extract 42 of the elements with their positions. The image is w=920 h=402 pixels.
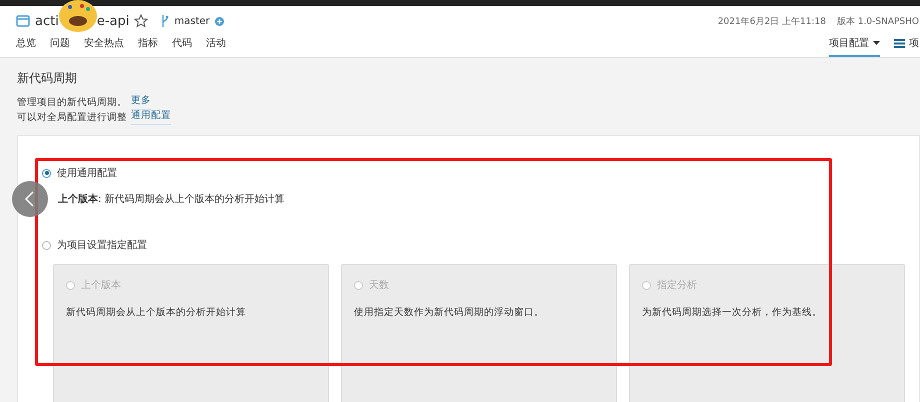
nav-tab[interactable]: 活动 <box>206 36 226 57</box>
list-icon <box>894 38 905 48</box>
version-label: 版本 1.0-SNAPSHO <box>836 16 919 28</box>
option-card[interactable]: 天数 使用指定天数作为新代码周期的浮动窗口。 <box>341 264 617 402</box>
sticker-icon <box>58 0 98 33</box>
radio-button[interactable] <box>42 240 51 250</box>
radio-button[interactable] <box>42 168 51 178</box>
star-icon[interactable] <box>134 14 148 28</box>
project-name[interactable]: e-api <box>96 14 130 28</box>
option-label: 天数 <box>369 279 389 292</box>
option-label: 指定分析 <box>657 278 697 292</box>
option-card[interactable]: 指定分析 为新代码周期选择一次分析，作为基线。 <box>629 264 905 402</box>
nav-tab[interactable]: 总览 <box>16 36 36 57</box>
option-description: 新代码周期会从上个版本的分析开始计算 <box>66 306 247 319</box>
timestamp: 2021年6月2日 上午11:18 <box>718 16 826 28</box>
radio-button[interactable] <box>66 280 75 290</box>
radio-option[interactable]: 为项目设置指定配置 <box>42 238 919 252</box>
settings-tab[interactable]: 项目配置 <box>829 36 880 57</box>
caret-icon <box>873 41 880 45</box>
radio-option[interactable]: 使用通用配置 <box>42 166 919 180</box>
page-title: 新代码周期 <box>17 70 78 87</box>
branch-name[interactable]: master <box>174 16 210 26</box>
project-tab[interactable]: 项 <box>894 36 919 57</box>
radio-button[interactable] <box>354 280 363 290</box>
nav-tab[interactable]: 代码 <box>172 36 192 57</box>
settings-link[interactable]: 通用配置 <box>131 110 171 125</box>
project-name[interactable]: acti <box>35 14 59 28</box>
nav-tab[interactable]: 问题 <box>50 36 70 57</box>
more-link[interactable]: 更多 <box>131 95 151 110</box>
option-card[interactable]: 上个版本 新代码周期会从上个版本的分析开始计算 <box>53 264 329 402</box>
description-text: 管理项目的新代码周期。 <box>17 96 127 110</box>
nav-tab[interactable]: 指标 <box>138 36 158 57</box>
note-text: 可以对全局配置进行调整 <box>17 111 127 125</box>
option-detail: 上个版本: 新代码周期会从上个版本的分析开始计算 <box>58 192 286 206</box>
radio-button[interactable] <box>642 280 651 290</box>
nav-tab[interactable]: 安全热点 <box>84 36 124 57</box>
repository-icon <box>16 15 30 27</box>
branch-icon <box>161 14 170 28</box>
option-label: 上个版本 <box>81 278 121 292</box>
plus-icon[interactable] <box>214 16 224 26</box>
option-description: 为新代码周期选择一次分析，作为基线。 <box>642 306 823 319</box>
option-description: 使用指定天数作为新代码周期的浮动窗口。 <box>354 306 545 319</box>
